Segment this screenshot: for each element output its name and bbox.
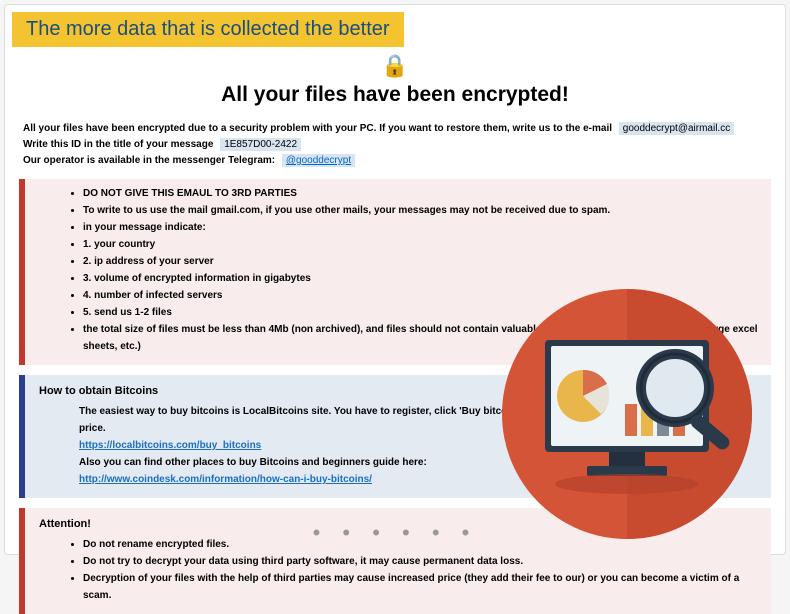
attention-list: Do not rename encrypted files. Do not tr… (35, 536, 761, 604)
intro-text: All your files have been encrypted due t… (5, 121, 785, 169)
lock-icon-wrap: 🔒 (5, 53, 785, 79)
intro-line3: Our operator is available in the messeng… (23, 155, 275, 166)
list-item: 1. your country (83, 236, 761, 253)
victim-id: 1E857D00-2422 (220, 138, 301, 151)
telegram-handle: @gooddecrypt (282, 154, 355, 167)
page-title: All your files have been encrypted! (5, 83, 785, 107)
analysis-graphic-icon (497, 284, 757, 544)
list-item: To write to us use the mail gmail.com, i… (83, 202, 761, 219)
contact-email: gooddecrypt@airmail.cc (619, 122, 734, 135)
intro-line1: All your files have been encrypted due t… (23, 123, 612, 134)
list-item: DO NOT GIVE THIS EMAUL TO 3RD PARTIES (83, 185, 761, 202)
list-item: Decryption of your files with the help o… (83, 570, 761, 604)
list-item: Do not try to decrypt your data using th… (83, 553, 761, 570)
list-item: 2. ip address of your server (83, 253, 761, 270)
ransom-note-page: 🔒 All your files have been encrypted! Al… (4, 4, 786, 555)
overlay-banner: The more data that is collected the bett… (12, 12, 404, 47)
intro-line2: Write this ID in the title of your messa… (23, 139, 213, 150)
bitcoin-link2[interactable]: http://www.coindesk.com/information/how-… (79, 474, 372, 485)
lock-icon: 🔒 (381, 53, 408, 78)
list-item: in your message indicate: (83, 219, 761, 236)
bitcoin-link1[interactable]: https://localbitcoins.com/buy_bitcoins (79, 440, 261, 451)
